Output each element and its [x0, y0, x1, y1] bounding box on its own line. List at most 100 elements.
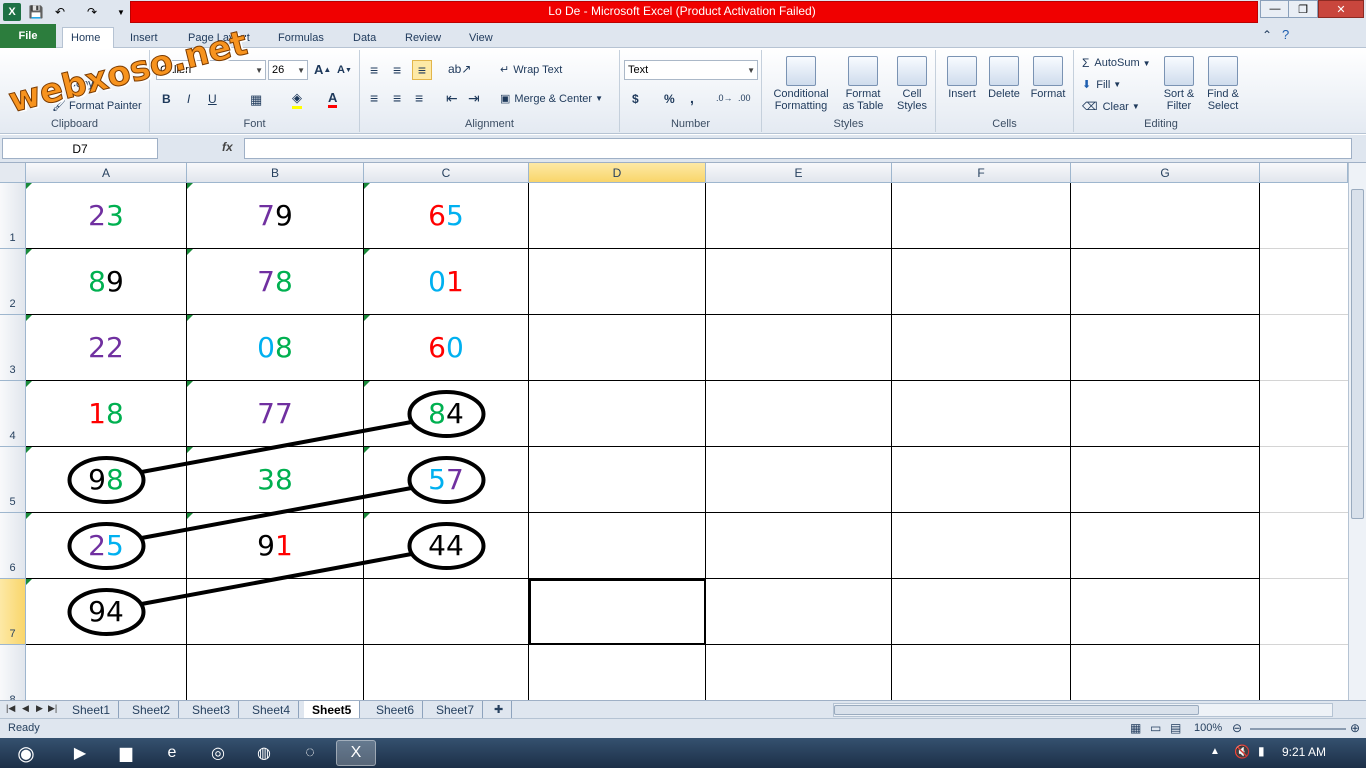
cell-f8[interactable] — [892, 645, 1071, 700]
cell-d2[interactable] — [529, 249, 706, 315]
increase-decimal-icon[interactable]: .0→ — [716, 93, 733, 103]
cell-e4[interactable] — [706, 381, 892, 447]
excel-logo-icon[interactable]: X — [3, 3, 21, 21]
minimize-button[interactable]: — — [1260, 0, 1290, 18]
undo-icon[interactable]: ↶ — [52, 3, 68, 21]
cell-b2[interactable]: 78 — [187, 249, 364, 315]
sheet-tab-1[interactable]: Sheet1 — [64, 701, 120, 718]
align-middle-icon[interactable]: ≡ — [393, 62, 401, 78]
explorer-folder-icon[interactable]: ▆ — [106, 740, 146, 766]
maximize-button[interactable]: ❐ — [1288, 0, 1318, 18]
zoom-slider[interactable] — [1250, 728, 1346, 730]
align-center-icon[interactable]: ≡ — [393, 90, 401, 106]
cell-b6[interactable]: 91 — [187, 513, 364, 579]
decrease-decimal-icon[interactable]: .00 — [738, 93, 751, 103]
vertical-scroll-thumb[interactable] — [1351, 189, 1364, 519]
column-header-e[interactable]: E — [706, 163, 892, 183]
cell-a6[interactable]: 25 — [26, 513, 187, 579]
cell-b8[interactable] — [187, 645, 364, 700]
align-top-icon[interactable]: ≡ — [370, 62, 378, 78]
format-painter-button[interactable]: 🖌 Format Painter — [52, 99, 142, 113]
grow-font-icon[interactable]: A ▲ — [314, 62, 331, 77]
cell-f7[interactable] — [892, 579, 1071, 645]
page-break-view-icon[interactable]: ▤ — [1170, 721, 1181, 735]
row-header-3[interactable]: 3 — [0, 315, 26, 381]
cell-e5[interactable] — [706, 447, 892, 513]
autosum-button[interactable]: Σ AutoSum ▼ — [1082, 56, 1151, 70]
volume-icon[interactable]: 🔇 — [1234, 744, 1250, 760]
tab-review[interactable]: Review — [397, 27, 449, 48]
horizontal-scrollbar[interactable] — [833, 703, 1333, 717]
cell-h6[interactable] — [1260, 513, 1348, 579]
row-header-5[interactable]: 5 — [0, 447, 26, 513]
cell-c2[interactable]: 01 — [364, 249, 529, 315]
cell-f3[interactable] — [892, 315, 1071, 381]
cell-e8[interactable] — [706, 645, 892, 700]
row-header-4[interactable]: 4 — [0, 381, 26, 447]
app-icon[interactable]: ◍ — [244, 740, 284, 766]
sort-filter-button[interactable]: Sort & Filter — [1158, 56, 1200, 112]
help-icon[interactable]: ? — [1282, 27, 1289, 42]
tab-page-layout[interactable]: Page Layout — [180, 27, 258, 48]
first-sheet-icon[interactable]: |◀ — [6, 703, 15, 714]
name-box[interactable]: D7 — [2, 138, 158, 159]
cell-e7[interactable] — [706, 579, 892, 645]
indent-increase-icon[interactable]: ⇥ — [468, 90, 480, 107]
tray-expand-icon[interactable]: ▲ — [1210, 746, 1220, 757]
tab-file[interactable]: File — [0, 24, 56, 48]
row-header-2[interactable]: 2 — [0, 249, 26, 315]
column-header-d[interactable]: D — [529, 163, 706, 183]
qat-customize-icon[interactable]: ▼ — [116, 3, 126, 21]
chrome-icon[interactable]: ◎ — [198, 740, 238, 766]
prev-sheet-icon[interactable]: ◀ — [22, 703, 29, 714]
borders-icon[interactable]: ▦ — [250, 92, 262, 108]
cell-c7[interactable] — [364, 579, 529, 645]
cell-d7[interactable] — [529, 579, 706, 645]
zoom-out-icon[interactable]: ⊖ — [1232, 721, 1242, 735]
font-color-icon[interactable]: A — [328, 90, 338, 108]
cell-d8[interactable] — [529, 645, 706, 700]
cell-f5[interactable] — [892, 447, 1071, 513]
cell-b4[interactable]: 77 — [187, 381, 364, 447]
delete-button[interactable]: Delete — [984, 56, 1024, 100]
cell-e2[interactable] — [706, 249, 892, 315]
row-header-1[interactable]: 1 — [0, 183, 26, 249]
find-select-button[interactable]: Find & Select — [1202, 56, 1244, 112]
cell-a1[interactable]: 23 — [26, 183, 187, 249]
row-header-7[interactable]: 7 — [0, 579, 26, 645]
cell-f4[interactable] — [892, 381, 1071, 447]
ribbon-minimize-icon[interactable]: ⌃ — [1262, 28, 1272, 42]
column-header-a[interactable]: A — [26, 163, 187, 183]
cell-g8[interactable] — [1071, 645, 1260, 700]
tab-data[interactable]: Data — [345, 27, 384, 48]
column-header-h[interactable] — [1260, 163, 1348, 183]
cell-c5[interactable]: 57 — [364, 447, 529, 513]
indent-decrease-icon[interactable]: ⇤ — [446, 90, 458, 107]
conditional-formatting-button[interactable]: Conditional Formatting — [768, 56, 834, 112]
formula-input[interactable] — [244, 138, 1352, 159]
row-header-6[interactable]: 6 — [0, 513, 26, 579]
wrap-text-button[interactable]: ↵ Wrap Text — [500, 63, 562, 77]
sheet-tab-6[interactable]: Sheet6 — [368, 701, 424, 718]
fill-button[interactable]: ⬇ Fill ▼ — [1082, 78, 1121, 92]
column-header-g[interactable]: G — [1071, 163, 1260, 183]
cell-g7[interactable] — [1071, 579, 1260, 645]
cell-d1[interactable] — [529, 183, 706, 249]
cell-a7[interactable]: 94 — [26, 579, 187, 645]
underline-button[interactable]: U — [208, 92, 217, 106]
cell-a3[interactable]: 22 — [26, 315, 187, 381]
cell-b1[interactable]: 79 — [187, 183, 364, 249]
tab-insert[interactable]: Insert — [122, 27, 166, 48]
copy-button[interactable]: Copy ▼ — [68, 78, 105, 90]
close-button[interactable]: ✕ — [1318, 0, 1364, 18]
sheet-tab-5[interactable]: Sheet5 — [304, 701, 361, 718]
align-bottom-icon[interactable]: ≡ — [412, 60, 432, 80]
cell-e6[interactable] — [706, 513, 892, 579]
cell-d6[interactable] — [529, 513, 706, 579]
vertical-scrollbar[interactable] — [1348, 163, 1366, 700]
redo-icon[interactable]: ↷ — [84, 3, 100, 21]
last-sheet-icon[interactable]: ▶| — [48, 703, 57, 714]
column-header-c[interactable]: C — [364, 163, 529, 183]
cell-h3[interactable] — [1260, 315, 1348, 381]
sheet-tab-7[interactable]: Sheet7 — [428, 701, 484, 718]
